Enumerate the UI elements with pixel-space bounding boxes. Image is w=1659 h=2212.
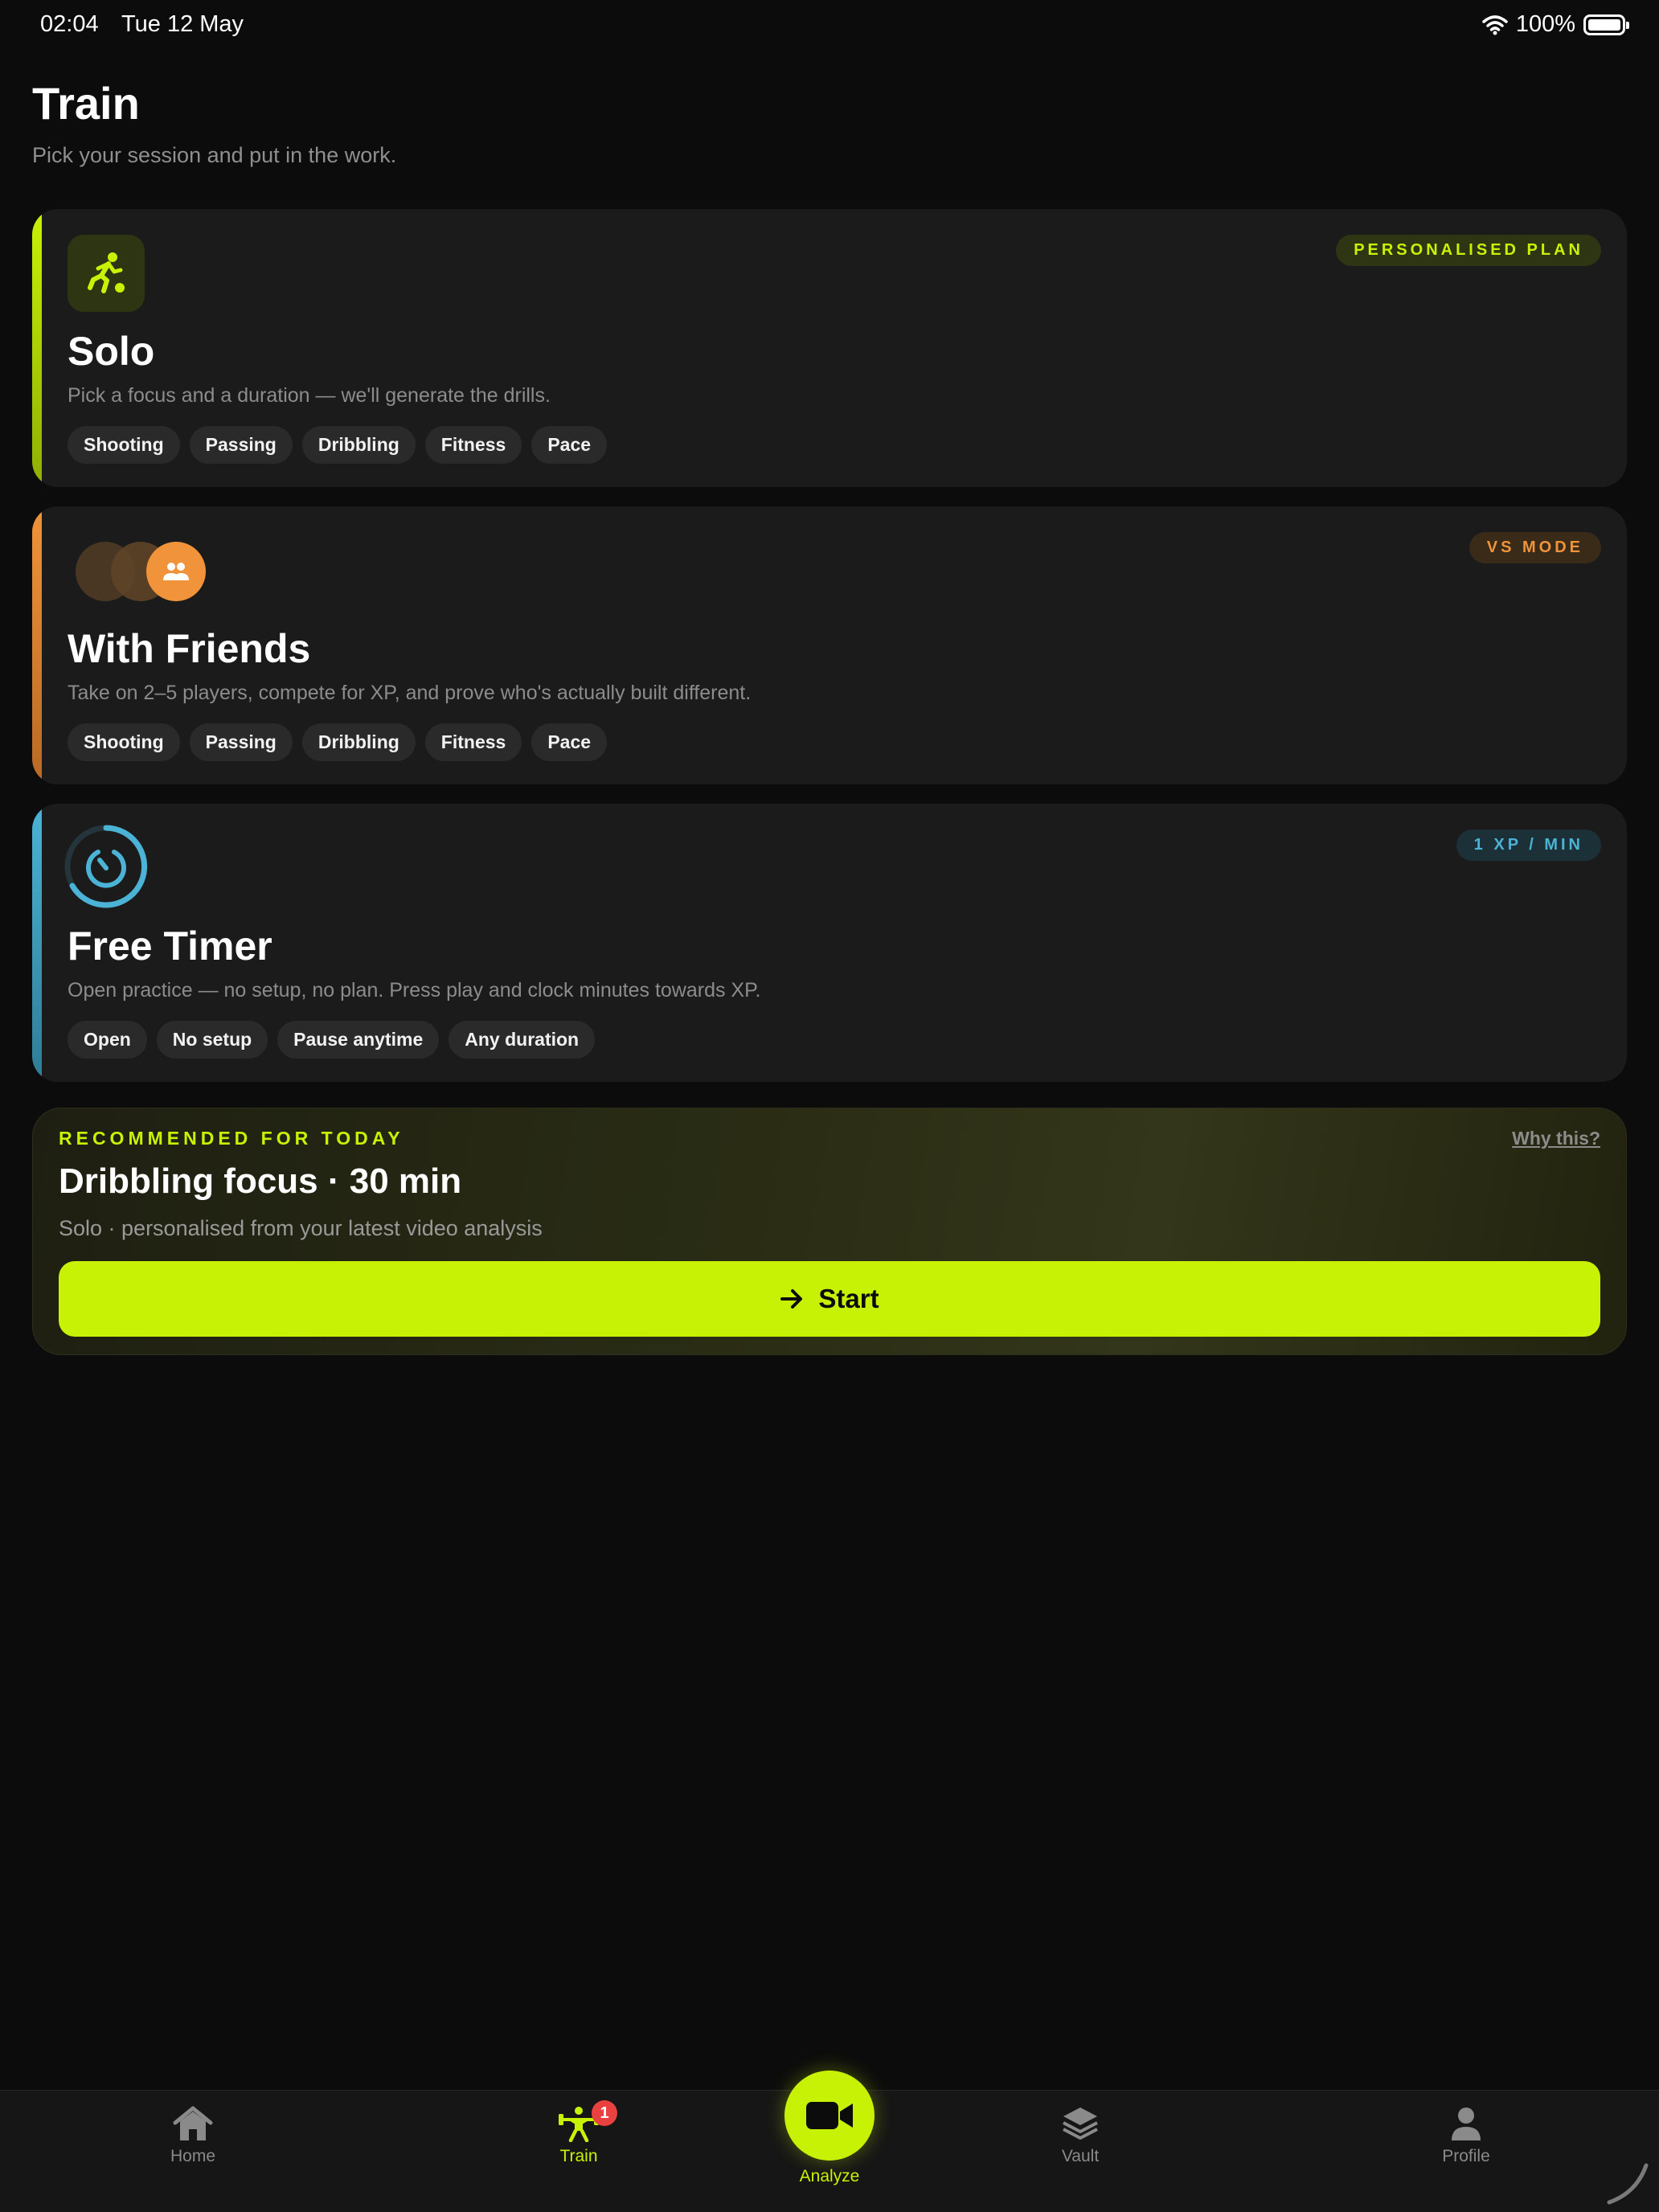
chip-dribbling[interactable]: Dribbling xyxy=(301,426,416,464)
tab-profile[interactable]: Profile xyxy=(1402,2105,1530,2166)
chip-no-setup[interactable]: No setup xyxy=(156,1021,268,1059)
chip-passing[interactable]: Passing xyxy=(189,723,293,761)
home-icon xyxy=(173,2106,213,2140)
avatar-stack xyxy=(68,542,212,601)
runner-icon xyxy=(68,235,145,312)
start-button[interactable]: Start xyxy=(59,1261,1600,1337)
wifi-icon xyxy=(1482,14,1508,35)
recommended-kicker: RECOMMENDED FOR TODAY xyxy=(59,1128,404,1149)
with-friends-card[interactable]: VS MODE With Friends Take on 2–5 players… xyxy=(32,506,1627,784)
video-camera-icon xyxy=(806,2102,853,2129)
chip-fitness[interactable]: Fitness xyxy=(424,426,522,464)
status-time: 02:04 xyxy=(40,11,99,37)
free-timer-title: Free Timer xyxy=(68,924,272,969)
resize-handle-icon xyxy=(1607,2163,1649,2205)
chip-any-duration[interactable]: Any duration xyxy=(449,1021,596,1059)
group-icon xyxy=(146,542,206,601)
chip-pace[interactable]: Pace xyxy=(531,426,608,464)
status-right: 100% xyxy=(1482,11,1629,38)
timer-icon-wrap xyxy=(63,823,150,914)
chip-shooting[interactable]: Shooting xyxy=(68,723,180,761)
tab-vault[interactable]: Vault xyxy=(1016,2105,1145,2166)
chip-pace[interactable]: Pace xyxy=(531,723,608,761)
chip-fitness[interactable]: Fitness xyxy=(424,723,522,761)
battery-icon xyxy=(1583,14,1629,35)
tab-train[interactable]: 1 Train xyxy=(514,2100,643,2166)
solo-card[interactable]: PERSONALISED PLAN Solo Pick a focus and … xyxy=(32,209,1627,487)
layers-icon xyxy=(1063,2108,1098,2140)
why-this-link[interactable]: Why this? xyxy=(1512,1128,1600,1149)
with-friends-description: Take on 2–5 players, compete for XP, and… xyxy=(68,682,752,704)
free-timer-chips: Open No setup Pause anytime Any duration xyxy=(68,1021,596,1059)
solo-title: Solo xyxy=(68,329,155,374)
chip-dribbling[interactable]: Dribbling xyxy=(301,723,416,761)
person-icon xyxy=(1452,2108,1481,2140)
arrow-right-icon xyxy=(780,1289,803,1309)
personalised-plan-badge: PERSONALISED PLAN xyxy=(1336,235,1601,266)
tab-profile-label: Profile xyxy=(1442,2147,1490,2165)
tab-home-label: Home xyxy=(170,2147,216,2165)
chip-open[interactable]: Open xyxy=(68,1021,147,1059)
recommended-subtitle: Solo · personalised from your latest vid… xyxy=(59,1216,543,1240)
card-accent-bar xyxy=(32,804,42,1082)
battery-percent: 100% xyxy=(1515,11,1575,37)
chip-shooting[interactable]: Shooting xyxy=(68,426,180,464)
card-accent-bar xyxy=(32,506,42,784)
recommended-card: RECOMMENDED FOR TODAY Why this? Dribblin… xyxy=(32,1108,1627,1355)
page-title: Train xyxy=(32,78,140,129)
train-notification-badge: 1 xyxy=(592,2100,617,2126)
solo-description: Pick a focus and a duration — we'll gene… xyxy=(68,384,551,407)
solo-chips: Shooting Passing Dribbling Fitness Pace xyxy=(68,426,608,464)
free-timer-description: Open practice — no setup, no plan. Press… xyxy=(68,979,761,1002)
card-accent-bar xyxy=(32,209,42,487)
vs-mode-badge: VS MODE xyxy=(1469,532,1601,563)
solo-icon-wrap xyxy=(68,235,145,312)
analyze-button[interactable] xyxy=(784,2071,875,2161)
status-bar: 02:04 Tue 12 May 100% xyxy=(40,11,1629,40)
friends-icon-wrap xyxy=(68,532,212,601)
xp-rate-badge: 1 XP / MIN xyxy=(1456,830,1601,861)
status-date: Tue 12 May xyxy=(121,11,244,37)
tab-vault-label: Vault xyxy=(1061,2147,1100,2165)
tab-home[interactable]: Home xyxy=(129,2105,257,2166)
train-screen: 02:04 Tue 12 May 100% Train Pick your se… xyxy=(0,0,1659,2212)
start-button-label: Start xyxy=(818,1284,879,1313)
chip-pause-anytime[interactable]: Pause anytime xyxy=(277,1021,440,1059)
page-subtitle: Pick your session and put in the work. xyxy=(32,143,397,167)
with-friends-chips: Shooting Passing Dribbling Fitness Pace xyxy=(68,723,608,761)
tab-analyze-label: Analyze xyxy=(799,2167,860,2185)
tab-train-label: Train xyxy=(559,2147,598,2165)
with-friends-title: With Friends xyxy=(68,626,311,671)
recommended-title: Dribbling focus · 30 min xyxy=(59,1161,462,1201)
chip-passing[interactable]: Passing xyxy=(189,426,293,464)
free-timer-card[interactable]: 1 XP / MIN Free Timer Open practice — no… xyxy=(32,804,1627,1082)
timer-icon xyxy=(64,825,148,908)
